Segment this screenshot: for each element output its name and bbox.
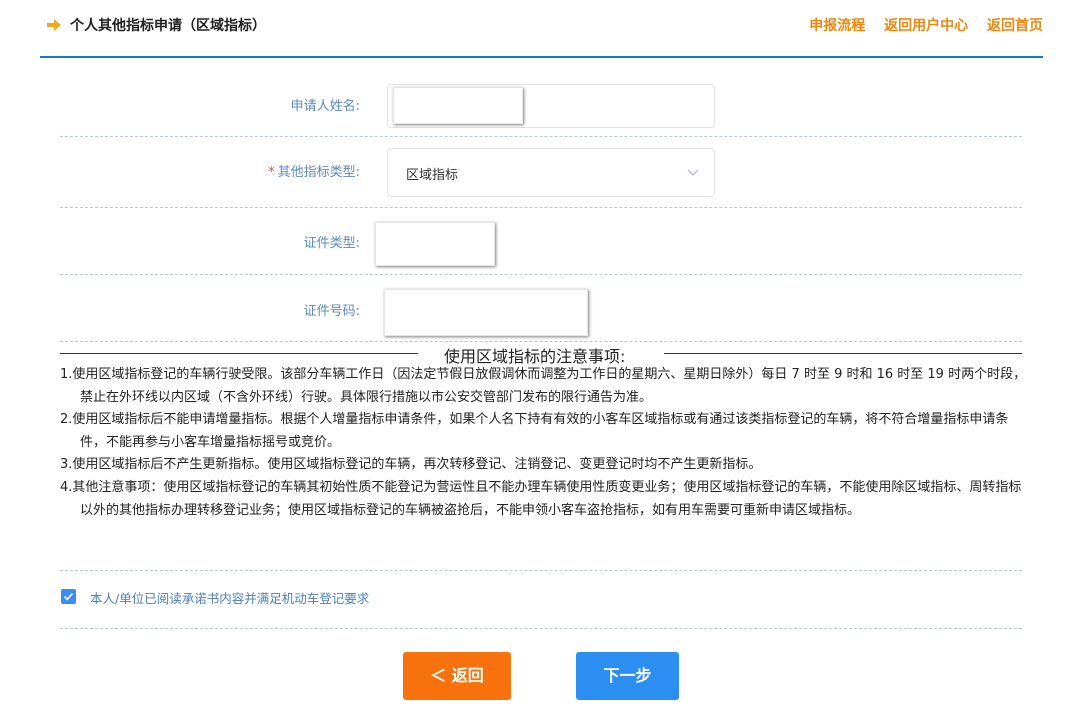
page-title: 个人其他指标申请（区域指标） bbox=[70, 18, 266, 34]
id-number-label: 证件号码: bbox=[303, 304, 360, 319]
indicator-type-value: 区域指标 bbox=[406, 168, 459, 183]
nav-user-center-link[interactable]: 返回用户中心 bbox=[884, 18, 968, 34]
applicant-name-masked-value bbox=[393, 87, 523, 124]
id-type-row: 证件类型: bbox=[60, 207, 1022, 275]
agreement-text[interactable]: 本人/单位已阅读承诺书内容并满足机动车登记要求 bbox=[90, 588, 369, 607]
divider bbox=[664, 353, 1022, 354]
next-step-button[interactable]: 下一步 bbox=[576, 652, 679, 700]
check-icon bbox=[63, 592, 74, 601]
nav-home-link[interactable]: 返回首页 bbox=[987, 18, 1043, 34]
back-button[interactable]: ＜ 返回 bbox=[403, 652, 511, 700]
divider bbox=[60, 353, 418, 354]
notice-item: 1.使用区域指标登记的车辆行驶受限。该部分车辆工作日（因法定节假日放假调休而调整… bbox=[60, 367, 1027, 405]
right-arrow-icon bbox=[47, 19, 61, 31]
required-marker: * bbox=[268, 165, 275, 180]
notice-item: 2.使用区域指标后不能申请增量指标。根据个人增量指标申请条件，如果个人名下持有有… bbox=[60, 412, 1009, 450]
notice-list: 1.使用区域指标登记的车辆行驶受限。该部分车辆工作日（因法定节假日放假调休而调整… bbox=[60, 364, 1030, 522]
header-nav: 申报流程 返回用户中心 返回首页 bbox=[795, 15, 1043, 35]
notice-item: 4.其他注意事项：使用区域指标登记的车辆其初始性质不能登记为营运性且不能办理车辆… bbox=[60, 479, 1022, 518]
id-number-row: 证件号码: bbox=[60, 274, 1022, 342]
id-type-label: 证件类型: bbox=[303, 236, 360, 251]
applicant-name-row: 申请人姓名: bbox=[60, 72, 1022, 137]
notice-item: 3.使用区域指标后不产生更新指标。使用区域指标登记的车辆，再次转移登记、注销登记… bbox=[60, 457, 762, 473]
indicator-type-row: * 其他指标类型: 区域指标 bbox=[60, 136, 1022, 208]
indicator-type-label-text: 其他指标类型: bbox=[277, 165, 360, 180]
chevron-down-icon bbox=[687, 169, 699, 176]
agreement-row: 本人/单位已阅读承诺书内容并满足机动车登记要求 bbox=[60, 570, 1022, 629]
page-header: 个人其他指标申请（区域指标） 申报流程 返回用户中心 返回首页 bbox=[40, 0, 1043, 58]
agreement-checkbox[interactable] bbox=[61, 589, 76, 604]
nav-process-link[interactable]: 申报流程 bbox=[809, 18, 865, 34]
id-number-masked-value[interactable] bbox=[384, 289, 588, 336]
applicant-name-label: 申请人姓名: bbox=[290, 99, 360, 114]
notice-heading: 使用区域指标的注意事项: bbox=[60, 345, 1022, 366]
id-type-masked-value[interactable] bbox=[375, 222, 495, 266]
indicator-type-select[interactable]: 区域指标 bbox=[387, 148, 715, 197]
indicator-type-label: * 其他指标类型: bbox=[268, 161, 360, 180]
